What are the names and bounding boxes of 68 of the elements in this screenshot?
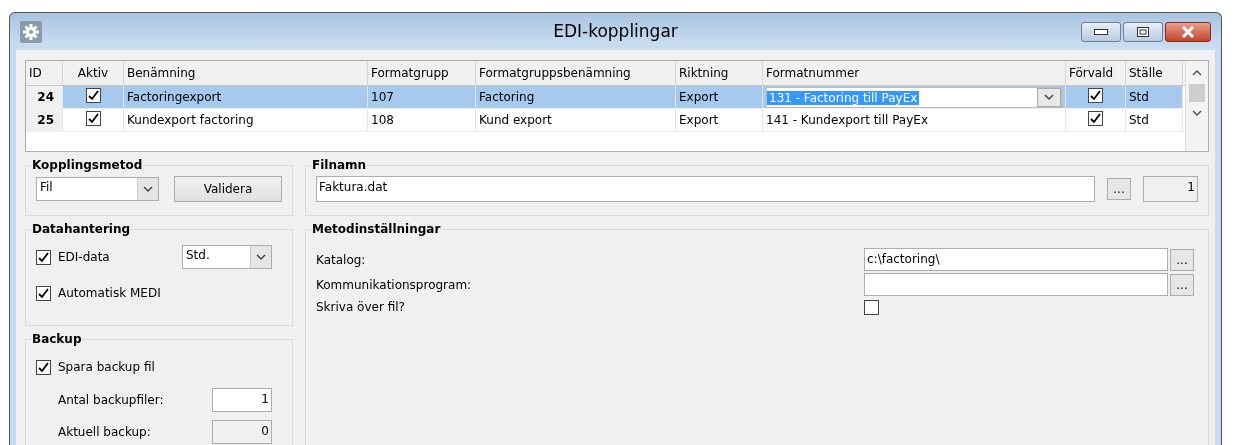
browse-button[interactable]: ... [1170, 273, 1194, 296]
checkbox[interactable] [1088, 111, 1103, 126]
browse-button[interactable]: ... [1170, 248, 1194, 271]
table-row[interactable]: 24 Factoringexport 107 Factoring Export 131 - Factoring till PayEx Std [26, 86, 1185, 109]
checkbox-label[interactable]: Automatisk MEDI [58, 286, 161, 300]
column-header[interactable]: Formatgrupp [368, 61, 476, 85]
settings-icon[interactable] [20, 20, 42, 43]
scroll-down-icon[interactable] [1192, 110, 1202, 117]
window-title: EDI-kopplingar [553, 21, 678, 41]
checkbox[interactable] [85, 88, 101, 103]
table-cell: Kund export [476, 109, 676, 132]
column-header[interactable]: Formatnummer [763, 61, 1066, 85]
setting-label: Katalog: [316, 252, 367, 267]
validate-button[interactable]: Validera [174, 176, 282, 202]
table-cell: 25 [26, 109, 63, 132]
table-cell: 141 - Kundexport till PayEx [763, 109, 1066, 132]
path-field[interactable]: c:\factoring\ [864, 248, 1168, 271]
group-title: Kopplingsmetod [32, 158, 143, 172]
table-cell: Std [1126, 86, 1183, 109]
counter-field: 1 [1143, 176, 1198, 202]
checkbox-label[interactable]: EDI-data [58, 250, 110, 264]
maximize-button[interactable] [1123, 21, 1163, 42]
close-button[interactable] [1165, 21, 1211, 42]
table-cell: Factoring [476, 86, 676, 109]
table-cell: Export [676, 86, 763, 109]
column-header[interactable]: Förvald [1066, 61, 1126, 85]
number-field[interactable]: 1 [212, 388, 272, 412]
setting-label: Kommunikationsprogram: [316, 277, 473, 292]
path-field[interactable] [864, 273, 1168, 296]
browse-button[interactable]: ... [1107, 178, 1131, 200]
data-dropdown[interactable]: Std. [182, 245, 272, 269]
table-cell: 108 [368, 109, 476, 132]
group-title: Backup [32, 332, 82, 346]
table-cell: 107 [368, 86, 476, 109]
field-label: Antal backupfiler: [58, 393, 164, 407]
checkbox-label[interactable]: Spara backup fil [58, 360, 155, 374]
column-header[interactable]: Riktning [676, 61, 763, 85]
column-header[interactable]: Benämning [124, 61, 368, 85]
method-dropdown[interactable]: Fil [36, 177, 159, 201]
minimize-button[interactable] [1081, 21, 1121, 42]
table-cell: Std [1126, 109, 1183, 132]
group-title: Datahantering [32, 222, 131, 236]
checkbox[interactable] [36, 285, 51, 301]
group-title: Metodinställningar [312, 222, 441, 236]
table-cell: Kundexport factoring [124, 109, 368, 132]
scroll-thumb[interactable] [1189, 84, 1205, 102]
table-row[interactable]: 25 Kundexport factoring 108 Kund export Export 141 - Kundexport till PayEx Std [26, 109, 1185, 132]
table-cell: 24 [26, 86, 63, 109]
scrollbar[interactable] [1185, 61, 1208, 151]
close-icon [1181, 25, 1195, 38]
checkbox[interactable] [85, 111, 101, 126]
minimize-icon [1094, 28, 1108, 35]
setting-label: Skriva över fil? [316, 299, 406, 314]
checkbox[interactable] [864, 300, 879, 315]
column-header[interactable]: Formatgruppsbenämning [476, 61, 676, 85]
maximize-icon [1137, 26, 1149, 37]
table-cell: Export [676, 109, 763, 132]
file-name-field[interactable]: Faktura.dat [316, 176, 1095, 202]
checkbox[interactable] [1088, 88, 1103, 103]
checkbox[interactable] [36, 359, 51, 375]
scroll-up-icon[interactable] [1192, 69, 1202, 76]
group-title: Filnamn [312, 158, 367, 172]
column-header[interactable]: Ställe [1126, 61, 1183, 85]
checkbox[interactable] [36, 249, 51, 265]
table-cell: Factoringexport [124, 86, 368, 109]
field-label: Aktuell backup: [58, 425, 151, 439]
column-header[interactable]: ID [26, 61, 63, 85]
column-header[interactable]: Aktiv [63, 61, 124, 85]
